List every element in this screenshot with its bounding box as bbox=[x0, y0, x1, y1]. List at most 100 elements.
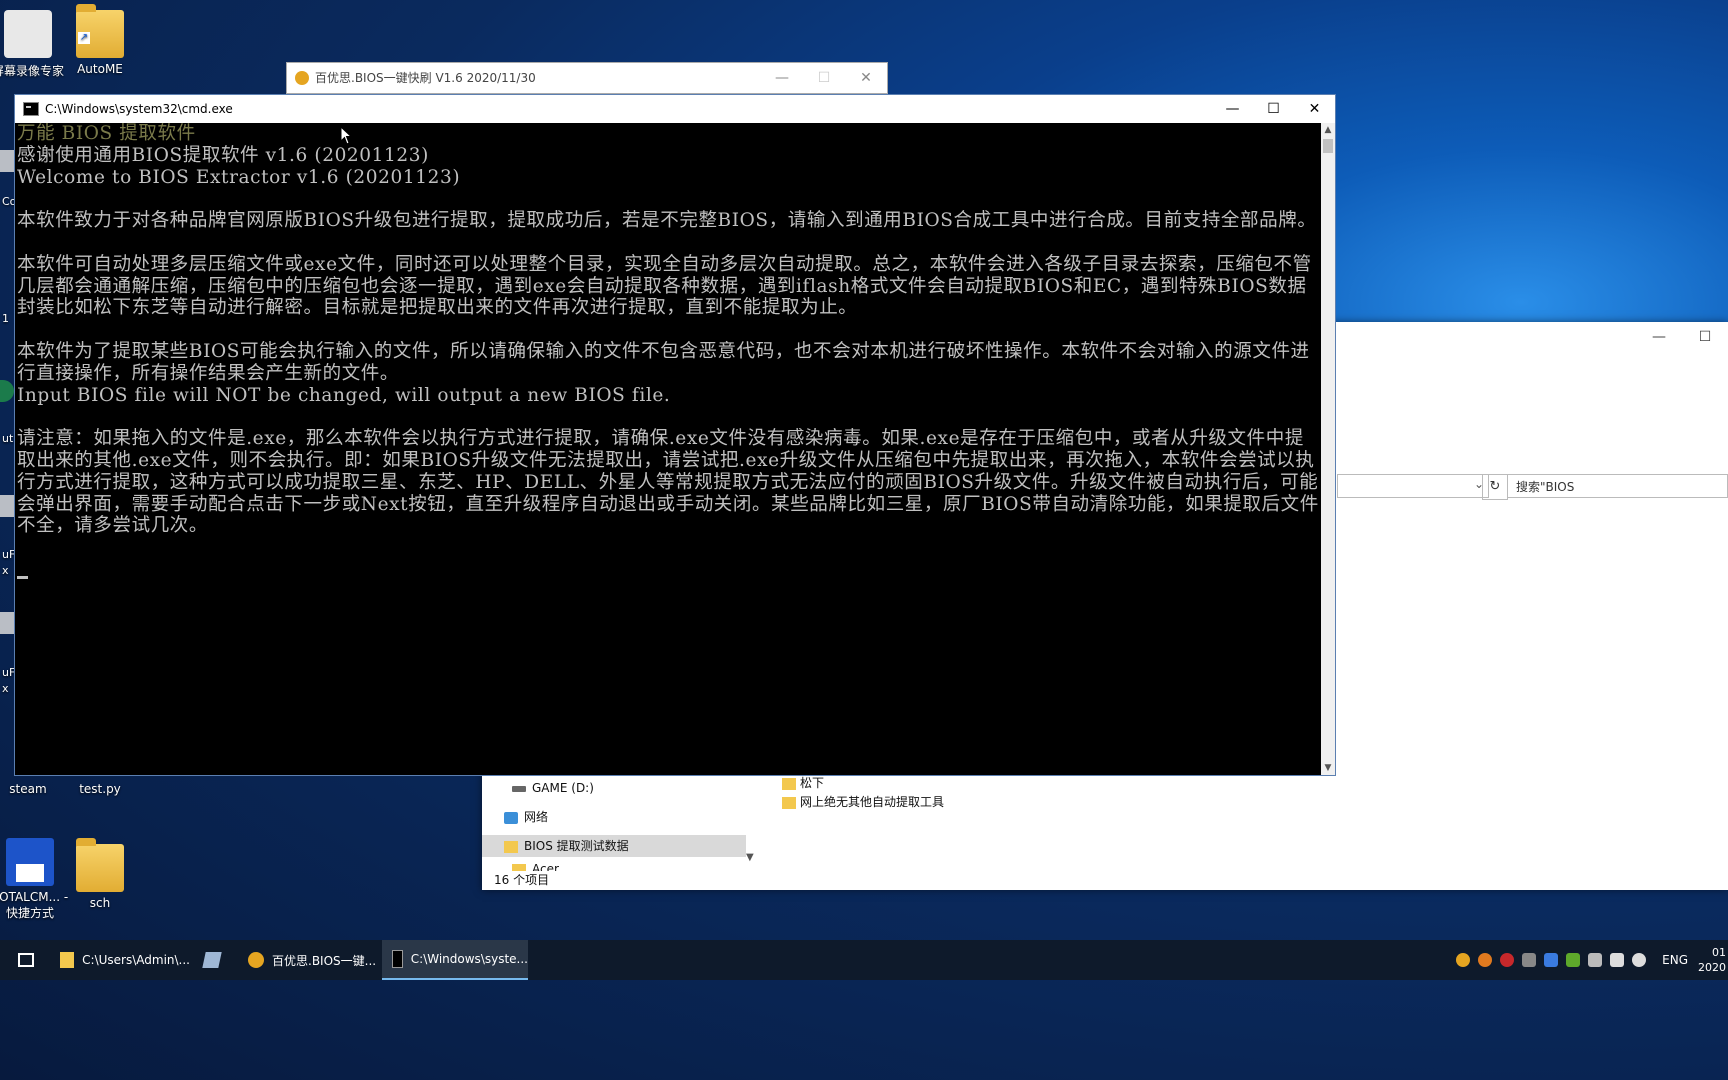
vertical-scrollbar[interactable]: ▲ ▼ bbox=[1321, 123, 1335, 775]
bios-tool-window[interactable]: 百优思.BIOS一键快刷 V1.6 2020/11/30 — ☐ ✕ bbox=[286, 62, 888, 94]
task-view-button[interactable] bbox=[8, 940, 42, 980]
refresh-button[interactable]: ↻ bbox=[1482, 474, 1508, 500]
clock[interactable]: 01 2020 bbox=[1698, 945, 1726, 975]
taskbar-item-label: C:\Windows\syste... bbox=[410, 952, 528, 966]
nav-item-label: BIOS 提取测试数据 bbox=[524, 839, 629, 853]
partial-icon[interactable] bbox=[0, 495, 14, 517]
partial-icon[interactable] bbox=[0, 150, 14, 172]
address-bar[interactable]: ⌄ bbox=[1337, 474, 1489, 498]
scroll-up-icon[interactable]: ▲ bbox=[1321, 123, 1335, 137]
desktop-icon-label: AutoME bbox=[77, 62, 123, 76]
console-heading: 万能 BIOS 提取软件 bbox=[17, 123, 196, 144]
search-input[interactable]: 搜索"BIOS bbox=[1507, 474, 1728, 498]
taskbar-item-notepad[interactable] bbox=[194, 940, 234, 980]
window-title-text: C:\Windows\system32\cmd.exe bbox=[45, 102, 233, 116]
console-text: 感谢使用通用BIOS提取软件 v1.6 (20201123) Welcome t… bbox=[17, 144, 1319, 537]
scroll-down-icon[interactable]: ▼ bbox=[746, 852, 754, 863]
desktop-icon-autome[interactable]: ↗ AutoME bbox=[62, 4, 138, 76]
window-title: 百优思.BIOS一键快刷 V1.6 2020/11/30 bbox=[295, 63, 536, 93]
partial-label: x bbox=[2, 682, 9, 695]
tray-app-icon[interactable] bbox=[1500, 953, 1515, 967]
tray-app-icon[interactable] bbox=[1588, 953, 1603, 967]
partial-label: 1 bbox=[2, 312, 9, 325]
window-controls: — ☐ ✕ bbox=[1212, 95, 1335, 123]
cmd-titlebar[interactable]: C:\Windows\system32\cmd.exe — ☐ ✕ bbox=[15, 95, 1335, 123]
desktop-icon-label: TOTALCM... - 快捷方式 bbox=[0, 890, 69, 920]
navigation-pane: GAME (D:) 网络 BIOS 提取测试数据 Acer bbox=[482, 777, 746, 877]
nav-item-label: 网络 bbox=[524, 810, 549, 824]
screen-recorder-icon bbox=[4, 10, 52, 58]
taskbar: C:\Users\Admin\... 百优思.BIOS一键... C:\Wind… bbox=[0, 940, 1728, 980]
folder-icon: ↗ bbox=[76, 4, 124, 58]
folder-icon bbox=[782, 777, 796, 790]
folder-icon bbox=[504, 840, 518, 853]
window-controls: — ☐ ✕ bbox=[761, 63, 887, 93]
cmd-app-icon bbox=[23, 102, 39, 116]
taskbar-item-cmd[interactable]: C:\Windows\syste... bbox=[382, 940, 528, 980]
drive-icon bbox=[512, 785, 526, 792]
network-icon bbox=[504, 811, 518, 824]
taskbar-item-bios-tool[interactable]: 百优思.BIOS一键... bbox=[238, 940, 378, 980]
minimize-button[interactable]: — bbox=[1212, 95, 1253, 123]
taskbar-item-label: 百优思.BIOS一键... bbox=[272, 953, 377, 968]
partial-label: x bbox=[2, 564, 9, 577]
maximize-button[interactable]: ☐ bbox=[1682, 322, 1728, 352]
folder-icon bbox=[60, 952, 75, 968]
close-button[interactable]: ✕ bbox=[1294, 95, 1335, 123]
clock-date: 2020 bbox=[1698, 961, 1726, 974]
maximize-button[interactable]: ☐ bbox=[803, 63, 845, 93]
partial-icon[interactable] bbox=[0, 612, 14, 634]
folder-icon bbox=[76, 838, 124, 892]
maximize-button[interactable]: ☐ bbox=[1253, 95, 1294, 123]
file-item[interactable]: 网上绝无其他自动提取工具 bbox=[782, 793, 944, 811]
nav-item-game-drive[interactable]: GAME (D:) bbox=[482, 777, 776, 799]
shortcut-arrow-icon: ↗ bbox=[78, 32, 90, 44]
nav-item-network[interactable]: 网络 bbox=[482, 806, 768, 828]
desktop-icon-totalcmd[interactable]: TOTALCM... - 快捷方式 bbox=[0, 838, 70, 921]
cmd-window[interactable]: C:\Windows\system32\cmd.exe — ☐ ✕ 万能 BIO… bbox=[14, 94, 1336, 776]
taskbar-item-explorer[interactable]: C:\Users\Admin\... bbox=[50, 940, 190, 980]
cmd-app-icon bbox=[392, 950, 403, 968]
nav-item-acer[interactable]: Acer bbox=[482, 857, 776, 871]
desktop-icon-screen-recorder[interactable]: 屏幕录像专家 bbox=[0, 10, 66, 79]
desktop-icon-label: steam bbox=[9, 782, 47, 796]
volume-icon[interactable] bbox=[1632, 953, 1647, 967]
minimize-button[interactable]: — bbox=[761, 63, 803, 93]
notepad-icon bbox=[202, 952, 222, 968]
search-icon[interactable] bbox=[1478, 953, 1493, 967]
close-button[interactable]: ✕ bbox=[845, 63, 887, 93]
clock-time: 01 bbox=[1712, 946, 1726, 959]
minimize-button[interactable]: — bbox=[1636, 322, 1682, 352]
file-item-label: 松下 bbox=[800, 776, 825, 790]
system-tray: ENG 01 2020 bbox=[1452, 940, 1728, 980]
nav-item-label: Acer bbox=[532, 862, 559, 871]
bios-app-icon bbox=[248, 952, 264, 968]
desktop-icon-label: 屏幕录像专家 bbox=[0, 64, 64, 78]
partial-icon[interactable] bbox=[0, 380, 14, 402]
window-controls: — ☐ bbox=[1636, 322, 1728, 352]
desktop-icon-sch[interactable]: sch bbox=[62, 838, 138, 910]
file-item-label: 网上绝无其他自动提取工具 bbox=[800, 795, 945, 809]
nav-item-bios-test-data[interactable]: BIOS 提取测试数据 bbox=[482, 835, 746, 857]
tray-app-icon[interactable] bbox=[1522, 953, 1537, 967]
folder-icon bbox=[512, 863, 526, 871]
task-view-icon bbox=[18, 953, 34, 967]
status-bar-item-count: 16 个项目 bbox=[494, 873, 550, 887]
bios-app-icon bbox=[295, 71, 309, 85]
scroll-down-icon[interactable]: ▼ bbox=[1321, 761, 1335, 775]
network-icon[interactable] bbox=[1610, 953, 1625, 967]
window-title-text: 百优思.BIOS一键快刷 V1.6 2020/11/30 bbox=[315, 71, 536, 85]
tray-app-icon[interactable] bbox=[1566, 953, 1581, 967]
console-output[interactable]: 万能 BIOS 提取软件 感谢使用通用BIOS提取软件 v1.6 (202011… bbox=[15, 123, 1323, 775]
desktop-icon-test-py[interactable]: test.py bbox=[62, 782, 138, 796]
input-language[interactable]: ENG bbox=[1662, 953, 1688, 967]
floppy-disk-icon bbox=[6, 838, 54, 886]
file-item[interactable]: 松下 bbox=[782, 774, 824, 792]
scrollbar-thumb[interactable] bbox=[1323, 139, 1333, 153]
tray-app-icon[interactable] bbox=[1544, 953, 1559, 967]
folder-icon bbox=[782, 796, 796, 809]
nav-item-label: GAME (D:) bbox=[532, 781, 594, 795]
tray-app-icon[interactable] bbox=[1456, 953, 1471, 967]
text-cursor bbox=[17, 575, 28, 579]
desktop-icon-steam[interactable]: steam bbox=[0, 782, 66, 796]
